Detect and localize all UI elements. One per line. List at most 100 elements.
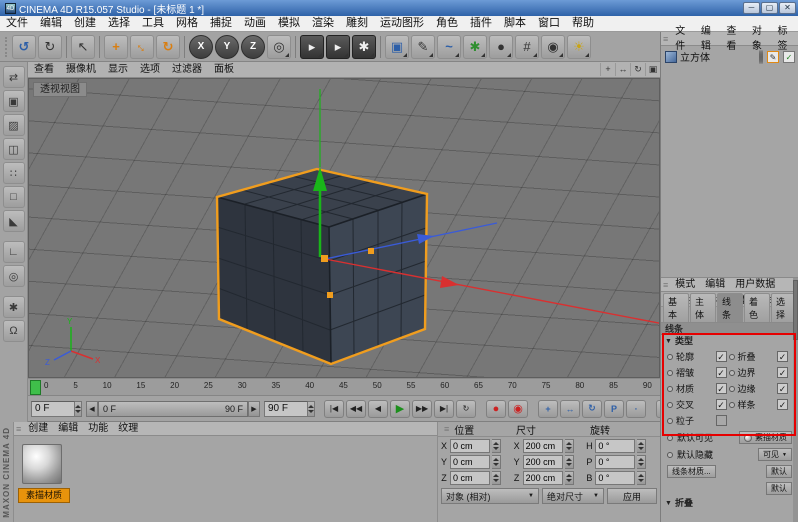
size-mode-dropdown[interactable]: 绝对尺寸▼ xyxy=(542,488,604,504)
redo-icon[interactable]: ↻ xyxy=(38,35,62,59)
x-axis-arrow[interactable] xyxy=(440,276,459,288)
position-x-field[interactable] xyxy=(450,439,490,453)
am-menu-mode[interactable]: 模式 xyxy=(670,277,700,292)
lock-button[interactable]: ✱ xyxy=(3,296,25,318)
intersections-checkbox[interactable]: ✓ xyxy=(716,399,727,410)
apply-button[interactable]: 应用 xyxy=(607,488,657,504)
size-x-field[interactable] xyxy=(523,439,563,453)
vp-menu-cameras[interactable]: 摄像机 xyxy=(60,62,102,77)
menu-window[interactable]: 窗口 xyxy=(532,16,566,31)
play-button[interactable]: ▶ xyxy=(390,400,410,418)
material-name[interactable]: 素描材质 xyxy=(18,488,70,503)
enable-axis-button[interactable]: ∟ xyxy=(3,241,25,263)
cube-object[interactable] xyxy=(217,169,427,364)
menu-simulate[interactable]: 模拟 xyxy=(272,16,306,31)
end-frame-field[interactable] xyxy=(264,401,308,417)
line-material-button[interactable]: 线条材质... xyxy=(667,465,716,478)
vp-menu-options[interactable]: 选项 xyxy=(134,62,166,77)
timeline-ruler[interactable]: 0 5 10 15 20 25 30 35 40 45 50 55 60 65 … xyxy=(28,378,660,396)
particles-checkbox[interactable] xyxy=(716,415,727,426)
panel-grip-icon[interactable]: ≡ xyxy=(661,280,670,290)
edge-handle[interactable] xyxy=(368,248,374,254)
toggle-view-icon[interactable]: ▣ xyxy=(645,63,660,76)
next-frame-button[interactable]: ▶▶ xyxy=(412,400,432,418)
texture-mode-button[interactable]: ▨ xyxy=(3,114,25,136)
size-z-field[interactable] xyxy=(523,471,563,485)
splines-checkbox[interactable]: ✓ xyxy=(777,399,788,410)
make-editable-button[interactable]: ⇄ xyxy=(3,66,25,88)
render-settings-button[interactable]: ✱ xyxy=(352,35,376,59)
pan-view-icon[interactable]: + xyxy=(600,63,615,76)
sketch-style-tag-icon[interactable]: ✎ xyxy=(767,51,779,63)
camera-button[interactable]: ◉ xyxy=(541,35,565,59)
menu-script[interactable]: 脚本 xyxy=(498,16,532,31)
visibility-dots[interactable] xyxy=(759,51,763,63)
edges-mode-button[interactable]: □ xyxy=(3,186,25,208)
tab-main[interactable]: 主体 xyxy=(690,293,716,322)
menu-select[interactable]: 选择 xyxy=(102,16,136,31)
range-left-arrow[interactable]: ◀ xyxy=(86,401,98,417)
rotate-view-icon[interactable]: ↻ xyxy=(630,63,645,76)
vp-menu-panel[interactable]: 面板 xyxy=(208,62,240,77)
object-name[interactable]: 立方体 xyxy=(680,49,756,64)
mat-menu-function[interactable]: 功能 xyxy=(83,421,113,436)
panel-grip-icon[interactable]: ≡ xyxy=(661,34,670,44)
close-button[interactable]: ✕ xyxy=(779,2,796,14)
subdivision-surface-button[interactable]: ~ xyxy=(437,35,461,59)
minimize-button[interactable]: ─ xyxy=(743,2,760,14)
object-manager-list[interactable]: 立方体 ✎ ✓ xyxy=(661,46,798,278)
range-track[interactable]: 0 F 90 F xyxy=(98,401,248,417)
spinner[interactable] xyxy=(565,471,574,485)
key-scale-button[interactable]: ↔ xyxy=(560,400,580,418)
menu-character[interactable]: 角色 xyxy=(430,16,464,31)
vp-menu-display[interactable]: 显示 xyxy=(102,62,134,77)
size-y-field[interactable] xyxy=(523,455,563,469)
lock-y-axis-button[interactable]: Y xyxy=(215,35,239,59)
vp-menu-filter[interactable]: 过滤器 xyxy=(166,62,208,77)
zoom-view-icon[interactable]: ↔ xyxy=(615,63,630,76)
spinner[interactable] xyxy=(565,439,574,453)
default-button-1[interactable]: 默认 xyxy=(766,465,792,478)
spinner[interactable] xyxy=(637,471,646,485)
display-tag-icon[interactable]: ✓ xyxy=(783,51,795,63)
spinner[interactable] xyxy=(492,455,501,469)
lock-z-axis-button[interactable]: Z xyxy=(241,35,265,59)
render-picture-viewer-button[interactable]: ▸ xyxy=(326,35,350,59)
menu-plugins[interactable]: 插件 xyxy=(464,16,498,31)
current-frame-field[interactable] xyxy=(31,401,75,417)
material-thumbnail[interactable] xyxy=(22,444,62,484)
key-position-button[interactable]: + xyxy=(538,400,558,418)
current-frame-spinner[interactable] xyxy=(75,401,82,417)
creases-checkbox[interactable]: ✓ xyxy=(716,367,727,378)
generator-button[interactable]: ✱ xyxy=(463,35,487,59)
record-keyframe-button[interactable]: ● xyxy=(486,400,506,418)
menu-snap[interactable]: 捕捉 xyxy=(204,16,238,31)
points-mode-button[interactable]: ∷ xyxy=(3,162,25,184)
menu-animate[interactable]: 动画 xyxy=(238,16,272,31)
vp-menu-view[interactable]: 查看 xyxy=(28,62,60,77)
default-button-2[interactable]: 默认 xyxy=(766,482,792,495)
position-y-field[interactable] xyxy=(450,455,490,469)
scale-tool-icon[interactable]: ↔ xyxy=(130,35,154,59)
end-frame-spinner[interactable] xyxy=(308,401,315,417)
default-hidden-dropdown[interactable]: 可见▼ xyxy=(758,448,792,461)
menu-mesh[interactable]: 网格 xyxy=(170,16,204,31)
loop-button[interactable]: ↻ xyxy=(456,400,476,418)
rotation-h-field[interactable] xyxy=(595,439,635,453)
toolbar-grip[interactable] xyxy=(5,37,8,57)
spinner[interactable] xyxy=(492,471,501,485)
mat-menu-texture[interactable]: 纹理 xyxy=(113,421,143,436)
am-menu-edit[interactable]: 编辑 xyxy=(700,277,730,292)
scrollbar-thumb[interactable] xyxy=(793,280,798,340)
tab-shading[interactable]: 着色 xyxy=(744,293,770,322)
attribute-scrollbar[interactable] xyxy=(793,278,798,522)
spline-pen-button[interactable]: ✎ xyxy=(411,35,435,59)
rotation-b-field[interactable] xyxy=(595,471,635,485)
undo-icon[interactable]: ↺ xyxy=(12,35,36,59)
autokey-button[interactable]: ◉ xyxy=(508,400,528,418)
previous-key-button[interactable]: ◀◀ xyxy=(346,400,366,418)
menu-create[interactable]: 创建 xyxy=(68,16,102,31)
panel-grip-icon[interactable]: ≡ xyxy=(14,424,23,434)
type-group-header[interactable]: ▼ 类型 xyxy=(661,335,798,348)
primitive-cube-button[interactable]: ▣ xyxy=(385,35,409,59)
